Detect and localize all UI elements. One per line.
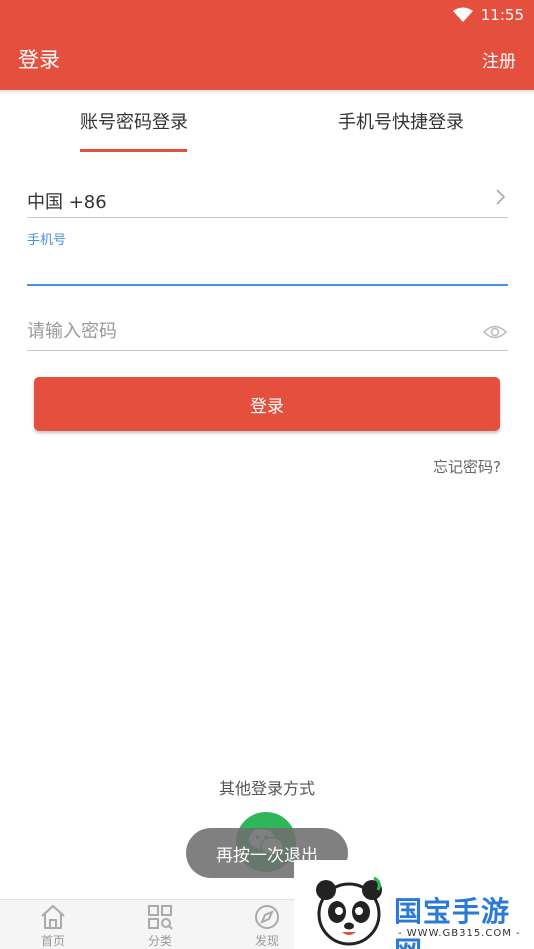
divider <box>27 350 508 351</box>
tab-phone-quick[interactable]: 手机号快捷登录 <box>338 108 464 134</box>
nav-item-discover[interactable]: 发现 <box>237 902 297 949</box>
wifi-icon <box>452 7 473 22</box>
register-button[interactable]: 注册 <box>482 47 516 72</box>
forgot-password-link[interactable]: 忘记密码? <box>433 456 501 477</box>
phone-input-underline <box>27 284 508 286</box>
password-input[interactable] <box>27 315 467 347</box>
home-icon <box>41 905 65 929</box>
phone-field-label: 手机号 <box>27 233 67 248</box>
other-login-label: 其他登录方式 <box>218 779 315 798</box>
nav-label: 首页 <box>40 934 65 948</box>
nav-item-category[interactable]: 分类 <box>130 902 190 949</box>
app-bar: 11:55 登录 注册 <box>0 0 534 90</box>
panda-icon <box>316 876 382 946</box>
watermark-brand: 国宝手游网 <box>394 895 511 949</box>
nav-label: 分类 <box>147 934 172 948</box>
login-button[interactable]: 登录 <box>34 377 500 431</box>
active-tab-indicator <box>80 149 187 152</box>
watermark-url: - WWW.GB315.COM - <box>398 928 521 939</box>
status-bar: 11:55 <box>452 4 524 26</box>
watermark-logo: 国宝手游网 - WWW.GB315.COM - <box>294 860 534 949</box>
page-title: 登录 <box>18 48 60 72</box>
chevron-right-icon[interactable] <box>493 187 507 207</box>
country-code-selector[interactable]: 中国 +86 <box>27 188 107 214</box>
divider <box>27 217 508 218</box>
phone-input[interactable] <box>27 250 508 284</box>
eye-icon[interactable] <box>483 323 507 341</box>
nav-label: 发现 <box>254 934 279 948</box>
discover-icon <box>255 905 279 929</box>
tab-account-password[interactable]: 账号密码登录 <box>80 108 188 134</box>
status-time: 11:55 <box>480 6 524 24</box>
category-icon <box>148 905 173 930</box>
nav-item-home[interactable]: 首页 <box>23 902 83 949</box>
app-bar-shadow <box>0 90 534 94</box>
login-screen: 11:55 登录 注册 账号密码登录 手机号快捷登录 中国 +86 手机号 登录… <box>0 0 534 949</box>
